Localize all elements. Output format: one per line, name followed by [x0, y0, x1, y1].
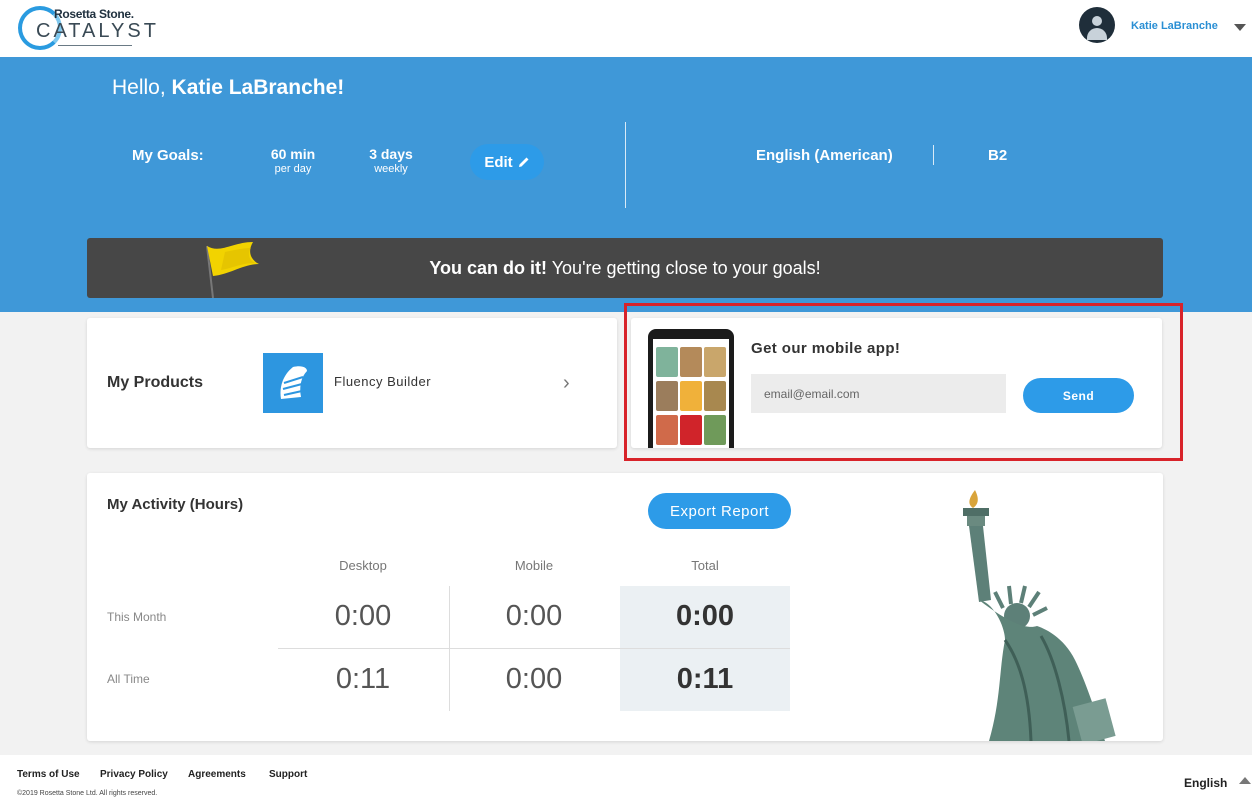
footer: Terms of Use Privacy Policy Agreements S…	[0, 755, 1252, 804]
user-icon-body	[1087, 28, 1107, 40]
banner-bold: You can do it!	[429, 258, 548, 278]
support-link[interactable]: Support	[269, 769, 307, 780]
rosetta-stone-logo[interactable]: Rosetta Stone. CATALYST	[18, 4, 156, 52]
phone-tile	[680, 381, 702, 411]
mobile-app-title: Get our mobile app!	[751, 340, 901, 357]
row-divider	[278, 648, 790, 649]
logo-brand-line: Rosetta Stone.	[54, 7, 134, 21]
phone-tile	[656, 347, 678, 377]
all-time-mobile: 0:00	[505, 663, 563, 695]
all-time-total: 0:11	[676, 663, 734, 695]
my-products-card: My Products Fluency Builder ›	[87, 318, 617, 448]
motivation-banner: You can do it! You're getting close to y…	[87, 238, 1163, 298]
phone-tile	[680, 347, 702, 377]
goal-minutes-value: 60 min	[270, 146, 316, 162]
phone-tile	[704, 347, 726, 377]
phone-preview-image	[648, 329, 734, 448]
all-time-desktop: 0:11	[335, 663, 391, 695]
column-header-total: Total	[691, 558, 719, 573]
this-month-mobile: 0:00	[505, 600, 563, 632]
language-level-divider	[933, 145, 934, 165]
greeting: Hello, Katie LaBranche!	[112, 76, 344, 100]
avatar[interactable]	[1079, 7, 1115, 43]
column-header-mobile: Mobile	[514, 558, 554, 573]
goal-days: 3 days weekly	[360, 146, 422, 175]
goal-minutes-sub: per day	[274, 163, 312, 175]
course-language: English (American)	[756, 147, 893, 164]
export-report-button[interactable]: Export Report	[648, 493, 791, 529]
terms-of-use-link[interactable]: Terms of Use	[17, 769, 80, 780]
goals-label: My Goals:	[132, 147, 204, 164]
user-name-menu[interactable]: Katie LaBranche	[1131, 20, 1218, 32]
goal-days-value: 3 days	[369, 146, 413, 162]
row-label-this-month: This Month	[107, 610, 167, 624]
column-header-desktop: Desktop	[339, 558, 387, 573]
top-bar: Rosetta Stone. CATALYST Katie LaBranche	[0, 0, 1252, 57]
phone-tile	[704, 415, 726, 445]
course-level: B2	[988, 147, 1008, 164]
agreements-link[interactable]: Agreements	[188, 769, 246, 780]
phone-screen	[653, 339, 729, 448]
banner-message: You can do it! You're getting close to y…	[87, 258, 1163, 279]
hero-divider	[625, 122, 626, 208]
chevron-up-icon[interactable]	[1239, 777, 1251, 784]
edit-label: Edit	[484, 153, 513, 171]
book-stack-icon	[280, 366, 307, 399]
phone-tile	[656, 381, 678, 411]
goal-days-sub: weekly	[374, 163, 408, 175]
chevron-down-icon[interactable]	[1234, 24, 1246, 31]
pencil-icon	[518, 157, 529, 167]
language-selector[interactable]: English	[1184, 776, 1227, 790]
copyright-text: ©2019 Rosetta Stone Ltd. All rights rese…	[17, 790, 158, 797]
phone-tile	[704, 381, 726, 411]
edit-goals-button[interactable]: Edit	[470, 144, 544, 180]
this-month-desktop: 0:00	[334, 600, 392, 632]
hero-section: Hello, Katie LaBranche! My Goals: 60 min…	[0, 57, 1252, 312]
my-activity-title: My Activity (Hours)	[107, 496, 244, 513]
greeting-prefix: Hello,	[112, 76, 172, 99]
mobile-app-card: Get our mobile app! Send	[631, 318, 1162, 448]
email-input[interactable]	[751, 374, 1006, 413]
fluency-builder-link[interactable]: Fluency Builder	[334, 374, 431, 389]
goal-minutes: 60 min per day	[262, 146, 324, 175]
fluency-builder-icon[interactable]	[263, 353, 323, 413]
privacy-policy-link[interactable]: Privacy Policy	[100, 769, 168, 780]
statue-of-liberty-image	[963, 490, 1116, 741]
user-icon-head	[1092, 16, 1102, 26]
row-label-all-time: All Time	[107, 672, 150, 686]
phone-tile	[680, 415, 702, 445]
logo-product-line: CATALYST	[36, 20, 159, 42]
this-month-total: 0:00	[675, 600, 735, 632]
greeting-name: Katie LaBranche!	[171, 76, 345, 99]
phone-tile	[656, 415, 678, 445]
send-button[interactable]: Send	[1023, 378, 1134, 413]
chevron-right-icon[interactable]: ›	[563, 372, 570, 395]
my-products-title: My Products	[107, 374, 204, 391]
logo-underline	[58, 45, 132, 46]
banner-text: You're getting close to your goals!	[547, 258, 821, 278]
